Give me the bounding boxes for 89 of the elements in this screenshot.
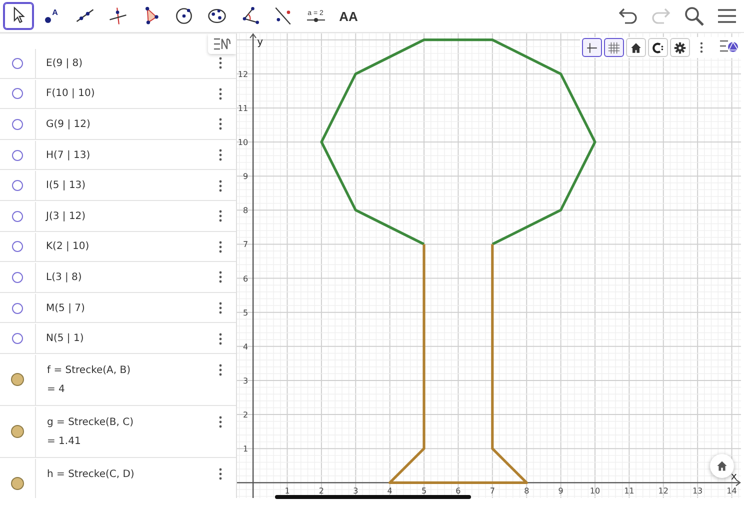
axis-tick-label: 10 bbox=[238, 138, 248, 147]
axis-tick-label: 3 bbox=[353, 486, 358, 496]
visibility-toggle[interactable] bbox=[12, 118, 23, 130]
more-options-icon[interactable] bbox=[218, 468, 222, 480]
visibility-toggle[interactable] bbox=[12, 302, 23, 314]
input-bar-icon bbox=[213, 37, 231, 51]
tool-label: A bbox=[52, 8, 58, 17]
more-options-icon[interactable] bbox=[218, 149, 222, 162]
algebra-entry: M(5 | 7) bbox=[46, 302, 86, 314]
more-options-icon[interactable] bbox=[218, 118, 222, 130]
axis-tick-label: 12 bbox=[658, 486, 668, 496]
axis-tick-label: 2 bbox=[242, 410, 248, 420]
axis-tick-label: 6 bbox=[242, 274, 248, 284]
axis-tick-label: 6 bbox=[456, 486, 461, 496]
search-icon bbox=[682, 4, 706, 28]
home-icon bbox=[716, 460, 728, 472]
axis-tick-label: 14 bbox=[726, 486, 737, 496]
axis-tick-label: 12 bbox=[238, 70, 248, 79]
visibility-toggle[interactable] bbox=[11, 477, 24, 490]
axis-tick-label: 11 bbox=[624, 486, 634, 496]
algebra-entry: K(2 | 10) bbox=[46, 241, 90, 252]
algebra-entry: g = Strecke(B, C) bbox=[47, 416, 134, 428]
home-icon bbox=[629, 40, 643, 54]
settings-button[interactable] bbox=[670, 38, 690, 57]
home-button[interactable] bbox=[626, 38, 646, 57]
axis-tick-label: 5 bbox=[421, 486, 427, 496]
algebra-value: = 4 bbox=[47, 384, 66, 395]
algebra-entry: J(3 | 12) bbox=[46, 210, 87, 222]
visibility-toggle[interactable] bbox=[12, 241, 23, 252]
more-options-icon[interactable] bbox=[218, 332, 222, 345]
slider-icon bbox=[306, 16, 326, 22]
axis-tick-label: 2 bbox=[318, 486, 324, 496]
algebra-entry: F(10 | 10) bbox=[46, 88, 96, 100]
axis-tick-label: 1 bbox=[284, 486, 290, 496]
axis-tick-label: 3 bbox=[242, 376, 248, 386]
algebra-value: = 1.41 bbox=[47, 436, 82, 447]
axis-tick-label: 8 bbox=[242, 206, 248, 216]
axis-tick-label: 9 bbox=[558, 486, 564, 496]
tool-button[interactable] bbox=[3, 2, 34, 30]
axis-tick-label: 8 bbox=[524, 486, 530, 496]
axis-tick-label: 11 bbox=[238, 104, 248, 113]
more-options-icon[interactable] bbox=[218, 57, 222, 70]
more-options-icon[interactable] bbox=[700, 42, 702, 53]
point-icon bbox=[45, 17, 52, 23]
axis-tick-label: 7 bbox=[490, 486, 495, 496]
more-options-icon[interactable] bbox=[218, 210, 222, 222]
more-options-icon[interactable] bbox=[218, 416, 222, 428]
more-options-icon[interactable] bbox=[218, 364, 222, 376]
axis-tick-label: 10 bbox=[590, 486, 600, 496]
axes-button[interactable] bbox=[582, 38, 602, 57]
grid-button[interactable] bbox=[604, 38, 624, 57]
more-options-icon[interactable] bbox=[218, 88, 222, 100]
algebra-entry: G(9 | 12) bbox=[46, 118, 92, 130]
algebra-entry: N(5 | 1) bbox=[46, 333, 85, 344]
visibility-toggle[interactable] bbox=[12, 88, 23, 100]
axis-tick-label: 1 bbox=[242, 444, 248, 454]
axis-tick-label: 4 bbox=[242, 342, 248, 352]
axis-label: y bbox=[257, 37, 263, 48]
input-toggle-button[interactable] bbox=[208, 34, 236, 54]
axis-tick-label: 9 bbox=[242, 172, 248, 182]
more-options-icon[interactable] bbox=[218, 271, 222, 284]
more-options-icon[interactable] bbox=[218, 302, 222, 314]
visibility-toggle[interactable] bbox=[12, 210, 23, 222]
axis-tick-label: 13 bbox=[692, 486, 703, 496]
visibility-toggle[interactable] bbox=[11, 425, 24, 438]
axis-label: x bbox=[731, 472, 737, 483]
view-button[interactable] bbox=[648, 38, 668, 57]
axis-tick-label: 4 bbox=[387, 486, 392, 496]
view-icon bbox=[651, 40, 665, 54]
more-options-icon[interactable] bbox=[218, 180, 222, 192]
algebra-entry: L(3 | 8) bbox=[46, 272, 83, 283]
algebra-entry: E(9 | 8) bbox=[46, 58, 84, 69]
algebra-entry: h = Strecke(C, D) bbox=[47, 468, 136, 480]
algebra-entry: H(7 | 13) bbox=[46, 150, 92, 161]
axis-tick-label: 7 bbox=[242, 240, 248, 250]
algebra-entry: I(5 | 13) bbox=[46, 180, 87, 192]
more-options-icon[interactable] bbox=[218, 240, 222, 253]
algebra-entry: f = Strecke(A, B) bbox=[47, 364, 132, 376]
axes-icon bbox=[585, 40, 599, 54]
visibility-toggle[interactable] bbox=[12, 272, 23, 283]
grid-icon bbox=[607, 40, 621, 54]
axis-tick-label: 5 bbox=[242, 308, 248, 318]
visibility-toggle[interactable] bbox=[12, 180, 23, 192]
visibility-toggle[interactable] bbox=[12, 58, 23, 69]
visibility-toggle[interactable] bbox=[11, 373, 24, 386]
settings-icon bbox=[673, 40, 687, 54]
perpendicular-lines-icon bbox=[106, 5, 128, 27]
visibility-toggle[interactable] bbox=[12, 150, 23, 161]
visibility-toggle[interactable] bbox=[12, 333, 23, 344]
